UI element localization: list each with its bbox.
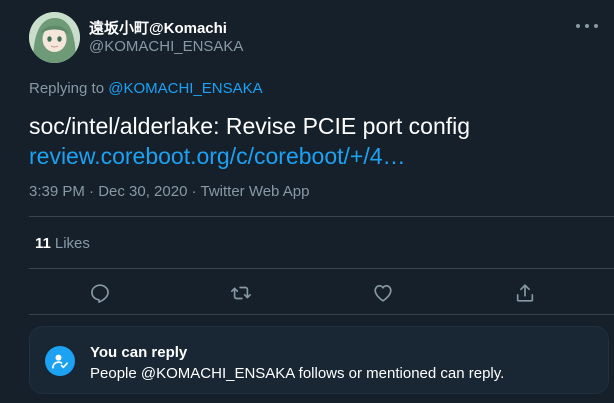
retweet-button[interactable] (228, 280, 254, 306)
tweet-link[interactable]: review.coreboot.org/c/coreboot/+/4… (29, 141, 406, 171)
tweet-timestamp[interactable]: 3:39 PM · Dec 30, 2020 · Twitter Web App (29, 183, 309, 200)
user-check-icon (45, 346, 75, 376)
divider (29, 216, 614, 217)
reply-icon (91, 284, 109, 303)
retweet-icon (231, 286, 251, 300)
like-button[interactable] (370, 280, 396, 306)
likes-count: 11 (35, 235, 51, 252)
share-button[interactable] (512, 280, 538, 306)
divider (29, 314, 614, 315)
avatar[interactable] (29, 12, 80, 63)
likes-label: Likes (54, 235, 90, 252)
more-options-icon[interactable] (576, 17, 598, 35)
author-handle[interactable]: @KOMACHI_ENSAKA (89, 38, 243, 55)
tweet-text: soc/intel/alderlake: Revise PCIE port co… (29, 113, 471, 139)
avatar-image (29, 12, 80, 63)
likes-stat[interactable]: 11 Likes (35, 235, 90, 252)
divider (29, 268, 614, 269)
notice-title: You can reply (90, 344, 188, 361)
replying-to-label: Replying to (29, 80, 109, 97)
author-display-name[interactable]: 遠坂小町@Komachi (89, 17, 227, 38)
replying-to: Replying to @KOMACHI_ENSAKA (29, 80, 263, 97)
notice-body: People @KOMACHI_ENSAKA follows or mentio… (90, 365, 505, 382)
share-icon (516, 284, 534, 302)
tweet-detail: 遠坂小町@Komachi @KOMACHI_ENSAKA Replying to… (0, 0, 614, 403)
reply-button[interactable] (87, 280, 113, 306)
like-icon (374, 285, 392, 302)
reply-restriction-notice: You can reply People @KOMACHI_ENSAKA fol… (29, 326, 609, 394)
replying-to-mention-link[interactable]: @KOMACHI_ENSAKA (108, 80, 262, 97)
